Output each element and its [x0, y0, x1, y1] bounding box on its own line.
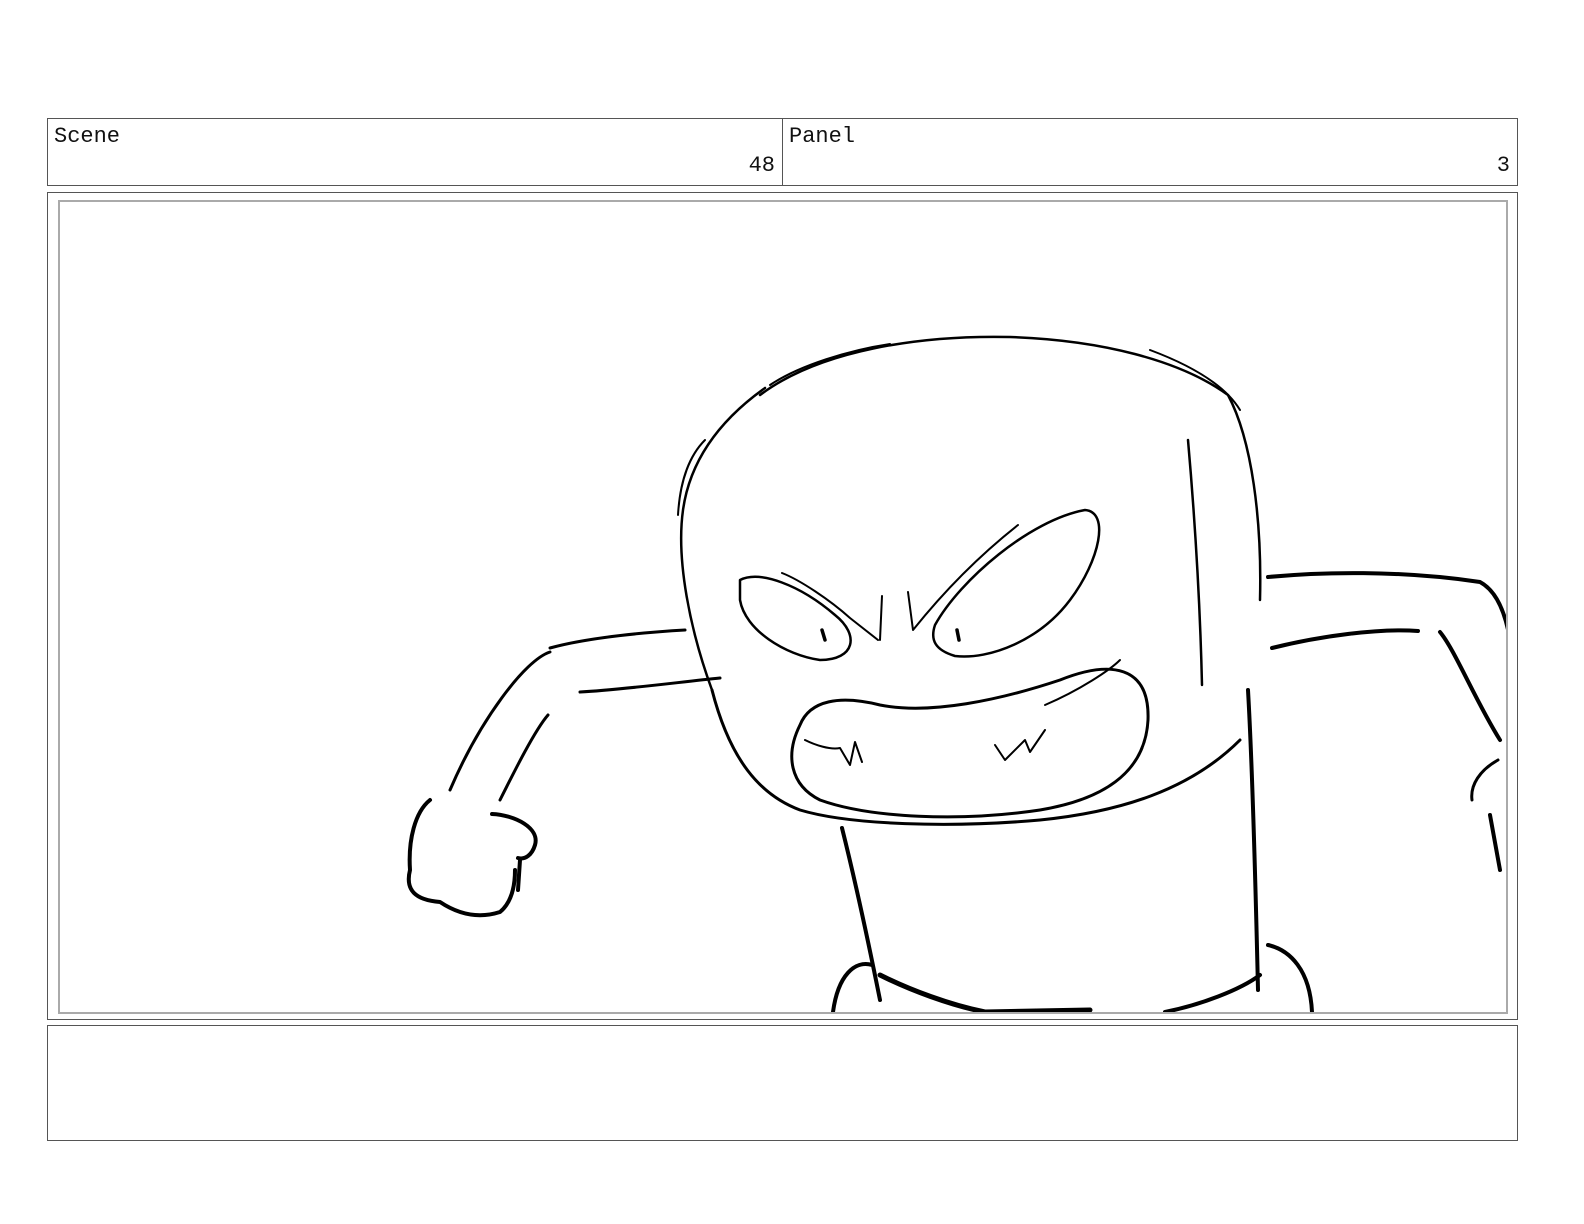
character-sketch-icon — [406, 335, 1506, 1012]
scene-cell: Scene 48 — [48, 119, 782, 185]
panel-frame — [58, 200, 1508, 1014]
storyboard-header: Scene 48 Panel 3 — [47, 118, 1518, 186]
panel-number: 3 — [1496, 153, 1510, 178]
notes-box — [47, 1025, 1518, 1141]
scene-label: Scene — [54, 124, 121, 149]
panel-label: Panel — [789, 124, 856, 149]
panel-cell: Panel 3 — [782, 119, 1517, 185]
scene-number: 48 — [748, 153, 775, 178]
